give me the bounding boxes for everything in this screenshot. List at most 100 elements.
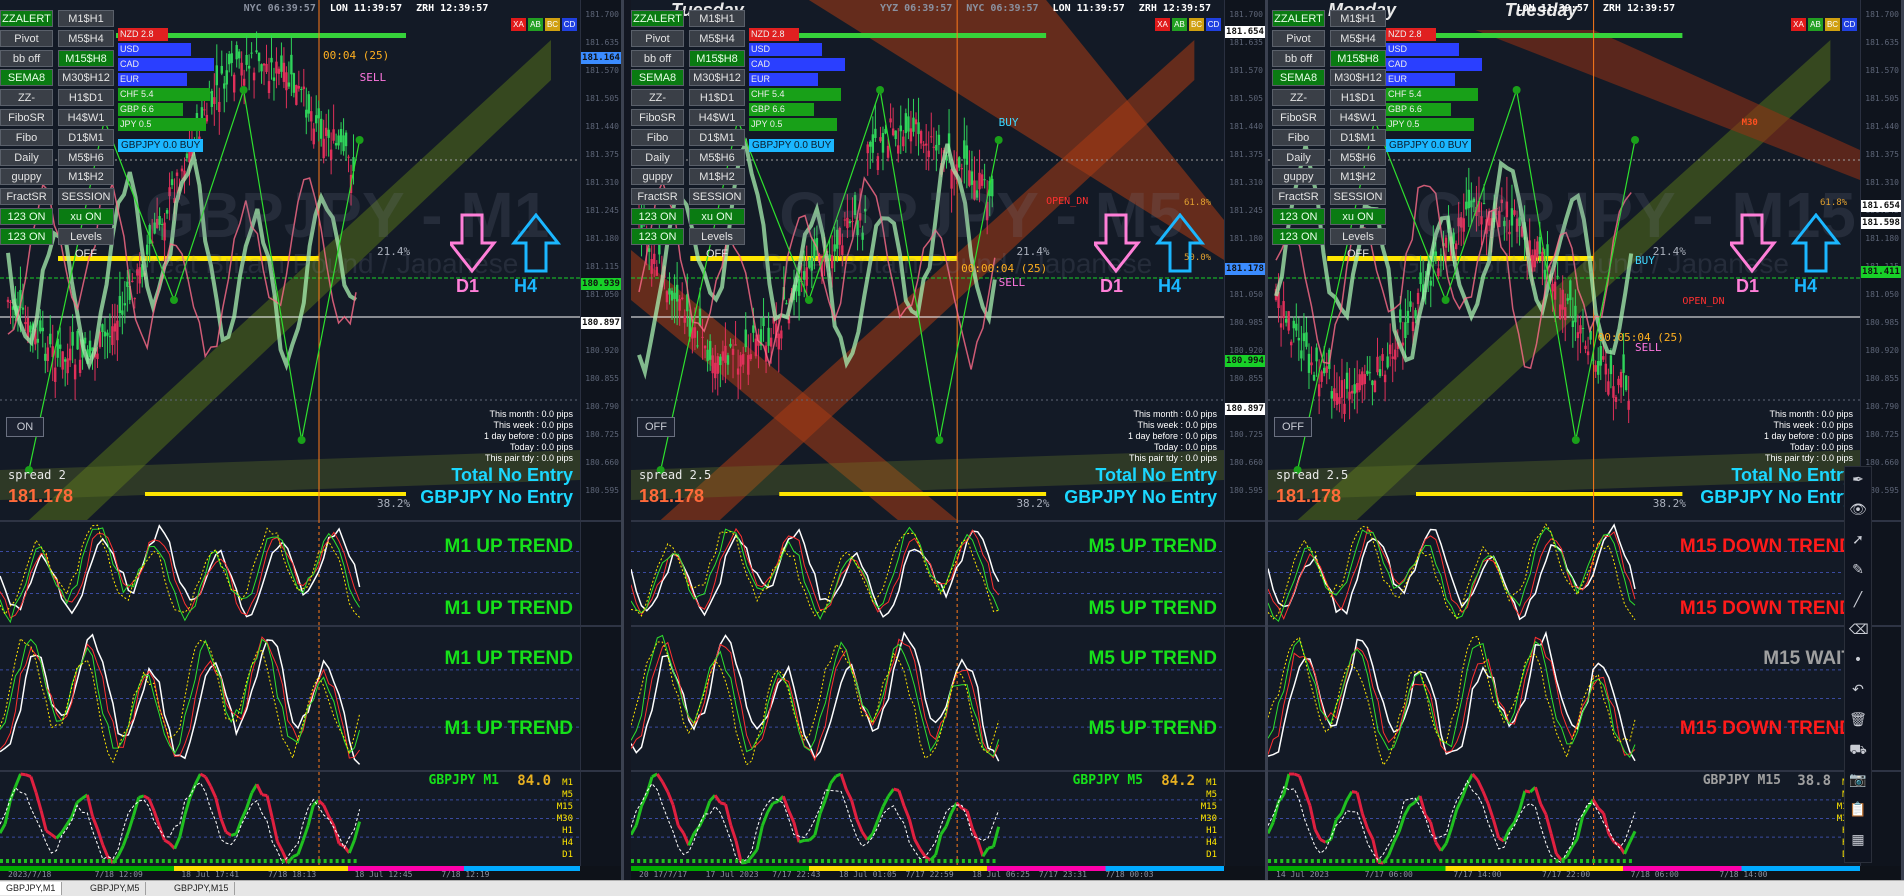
menu-button[interactable]: D1$M1: [1330, 129, 1386, 146]
time-axis[interactable]: 20 17/7/1717 Jul 20237/17 22:4318 Jul 01…: [631, 866, 1265, 880]
tram-icon[interactable]: ⛟: [1849, 741, 1867, 759]
menu-button[interactable]: H4$W1: [1330, 109, 1386, 126]
menu-button[interactable]: FractSR: [1272, 188, 1325, 205]
price-scale[interactable]: 181.700181.635181.570181.505181.440181.3…: [1224, 0, 1265, 880]
chart-tab[interactable]: GBPJPY,M15: [168, 882, 235, 895]
menu-button[interactable]: M5$H4: [689, 30, 745, 47]
chart-tab[interactable]: GBPJPY,M1: [0, 882, 62, 895]
pattern-button-cd[interactable]: CD: [1842, 18, 1857, 31]
menu-button[interactable]: SEMA8: [631, 69, 684, 86]
menu-button[interactable]: Levels OFF: [1330, 228, 1386, 245]
pattern-button-xa[interactable]: XA: [511, 18, 526, 31]
menu-button[interactable]: FractSR: [631, 188, 684, 205]
menu-button[interactable]: ZZALERT: [1272, 10, 1325, 27]
menu-button[interactable]: H1$D1: [689, 89, 745, 106]
pattern-button-bc[interactable]: BC: [545, 18, 560, 31]
eraser2-icon[interactable]: ⌫: [1849, 621, 1867, 639]
eye-icon[interactable]: 👁: [1849, 501, 1867, 519]
menu-button[interactable]: M1$H2: [1330, 168, 1386, 185]
menu-button[interactable]: ZZALERT: [0, 10, 53, 27]
menu-button[interactable]: M15$H8: [689, 50, 745, 67]
menu-button[interactable]: M30$H12: [689, 69, 745, 86]
menu-button[interactable]: H1$D1: [1330, 89, 1386, 106]
menu-button[interactable]: SEMA8: [1272, 69, 1325, 86]
menu-button[interactable]: ZZ-HH_LL: [0, 89, 53, 106]
pattern-button-bc[interactable]: BC: [1825, 18, 1840, 31]
eraser-icon[interactable]: ✎: [1849, 561, 1867, 579]
chart-window-m15[interactable]: GBPJPY - M15Great Britain Pound / Japane…: [1268, 0, 1904, 880]
menu-button[interactable]: guppy: [631, 168, 684, 185]
menu-button[interactable]: bb off: [631, 50, 684, 67]
menu-button[interactable]: M5$H6: [1330, 149, 1386, 166]
menu-button[interactable]: D1$M1: [58, 129, 114, 146]
chart-window-m5[interactable]: GBPJPY - M5Great Britain Pound / Japanes…: [631, 0, 1268, 880]
menu-button[interactable]: FractSR: [0, 188, 53, 205]
auto-trade-toggle[interactable]: OFF: [637, 417, 675, 437]
menu-button[interactable]: bb off: [1272, 50, 1325, 67]
camera-icon[interactable]: 📷: [1849, 771, 1867, 789]
menu-button[interactable]: 123 ON: [631, 228, 684, 245]
time-axis[interactable]: 14 Jul 20237/17 06:007/17 14:007/17 22:0…: [1268, 866, 1901, 880]
menu-button[interactable]: FiboSR: [0, 109, 53, 126]
menu-button[interactable]: guppy: [1272, 168, 1325, 185]
menu-button[interactable]: H4$W1: [689, 109, 745, 126]
menu-button[interactable]: Pivot: [0, 30, 53, 47]
palette-icon[interactable]: ▦: [1849, 831, 1867, 849]
pen-icon[interactable]: ✒: [1849, 471, 1867, 489]
menu-button[interactable]: bb off: [0, 50, 53, 67]
auto-trade-toggle[interactable]: ON: [6, 417, 44, 437]
menu-button[interactable]: M5$H4: [58, 30, 114, 47]
menu-button[interactable]: M30$H12: [58, 69, 114, 86]
menu-button[interactable]: xu ON: [1330, 208, 1386, 225]
menu-button[interactable]: SESSION: [689, 188, 745, 205]
pattern-button-xa[interactable]: XA: [1791, 18, 1806, 31]
menu-button[interactable]: M1$H2: [58, 168, 114, 185]
dot-icon[interactable]: •: [1849, 651, 1867, 669]
trash-icon[interactable]: 🗑: [1849, 711, 1867, 729]
price-scale[interactable]: 181.700181.635181.570181.505181.440181.3…: [580, 0, 621, 880]
menu-button[interactable]: xu ON: [58, 208, 114, 225]
undo-icon[interactable]: ↶: [1849, 681, 1867, 699]
menu-button[interactable]: M1$H1: [689, 10, 745, 27]
menu-button[interactable]: Daily Open: [0, 149, 53, 166]
auto-trade-toggle[interactable]: OFF: [1274, 417, 1312, 437]
clipboard-icon[interactable]: 📋: [1849, 801, 1867, 819]
menu-button[interactable]: M1$H1: [1330, 10, 1386, 27]
pattern-button-ab[interactable]: AB: [528, 18, 543, 31]
menu-button[interactable]: 123 ON: [0, 228, 53, 245]
menu-button[interactable]: M1$H2: [689, 168, 745, 185]
chart-tab[interactable]: GBPJPY,M5: [84, 882, 146, 895]
menu-button[interactable]: M5$H6: [689, 149, 745, 166]
menu-button[interactable]: guppy: [0, 168, 53, 185]
menu-button[interactable]: H4$W1: [58, 109, 114, 126]
menu-button[interactable]: xu ON: [689, 208, 745, 225]
pattern-button-ab[interactable]: AB: [1172, 18, 1187, 31]
menu-button[interactable]: ZZ-HH_LL: [1272, 89, 1325, 106]
menu-button[interactable]: H1$D1: [58, 89, 114, 106]
menu-button[interactable]: 123 ON: [631, 208, 684, 225]
menu-button[interactable]: M15$H8: [58, 50, 114, 67]
menu-button[interactable]: D1$M1: [689, 129, 745, 146]
menu-button[interactable]: SEMA8: [0, 69, 53, 86]
menu-button[interactable]: M5$H6: [58, 149, 114, 166]
pattern-button-cd[interactable]: CD: [1206, 18, 1221, 31]
menu-button[interactable]: M5$H4: [1330, 30, 1386, 47]
menu-button[interactable]: M1$H1: [58, 10, 114, 27]
menu-button[interactable]: SESSION: [58, 188, 114, 205]
menu-button[interactable]: Levels OFF: [689, 228, 745, 245]
chart-window-m1[interactable]: GBPJPY - M1Great Britain Pound / Japanes…: [0, 0, 624, 880]
menu-button[interactable]: Fibo: [1272, 129, 1325, 146]
pattern-button-xa[interactable]: XA: [1155, 18, 1170, 31]
pattern-button-ab[interactable]: AB: [1808, 18, 1823, 31]
menu-button[interactable]: Levels OFF: [58, 228, 114, 245]
menu-button[interactable]: Daily Open: [631, 149, 684, 166]
menu-button[interactable]: Pivot: [1272, 30, 1325, 47]
menu-button[interactable]: M30$H12: [1330, 69, 1386, 86]
menu-button[interactable]: 123 ON: [1272, 208, 1325, 225]
menu-button[interactable]: ZZ-HH_LL: [631, 89, 684, 106]
menu-button[interactable]: M15$H8: [1330, 50, 1386, 67]
menu-button[interactable]: 123 ON: [0, 208, 53, 225]
menu-button[interactable]: Pivot: [631, 30, 684, 47]
time-axis[interactable]: 2023/7/187/18 12:0918 Jul 17:417/18 18:1…: [0, 866, 621, 880]
line-icon[interactable]: ╱: [1849, 591, 1867, 609]
